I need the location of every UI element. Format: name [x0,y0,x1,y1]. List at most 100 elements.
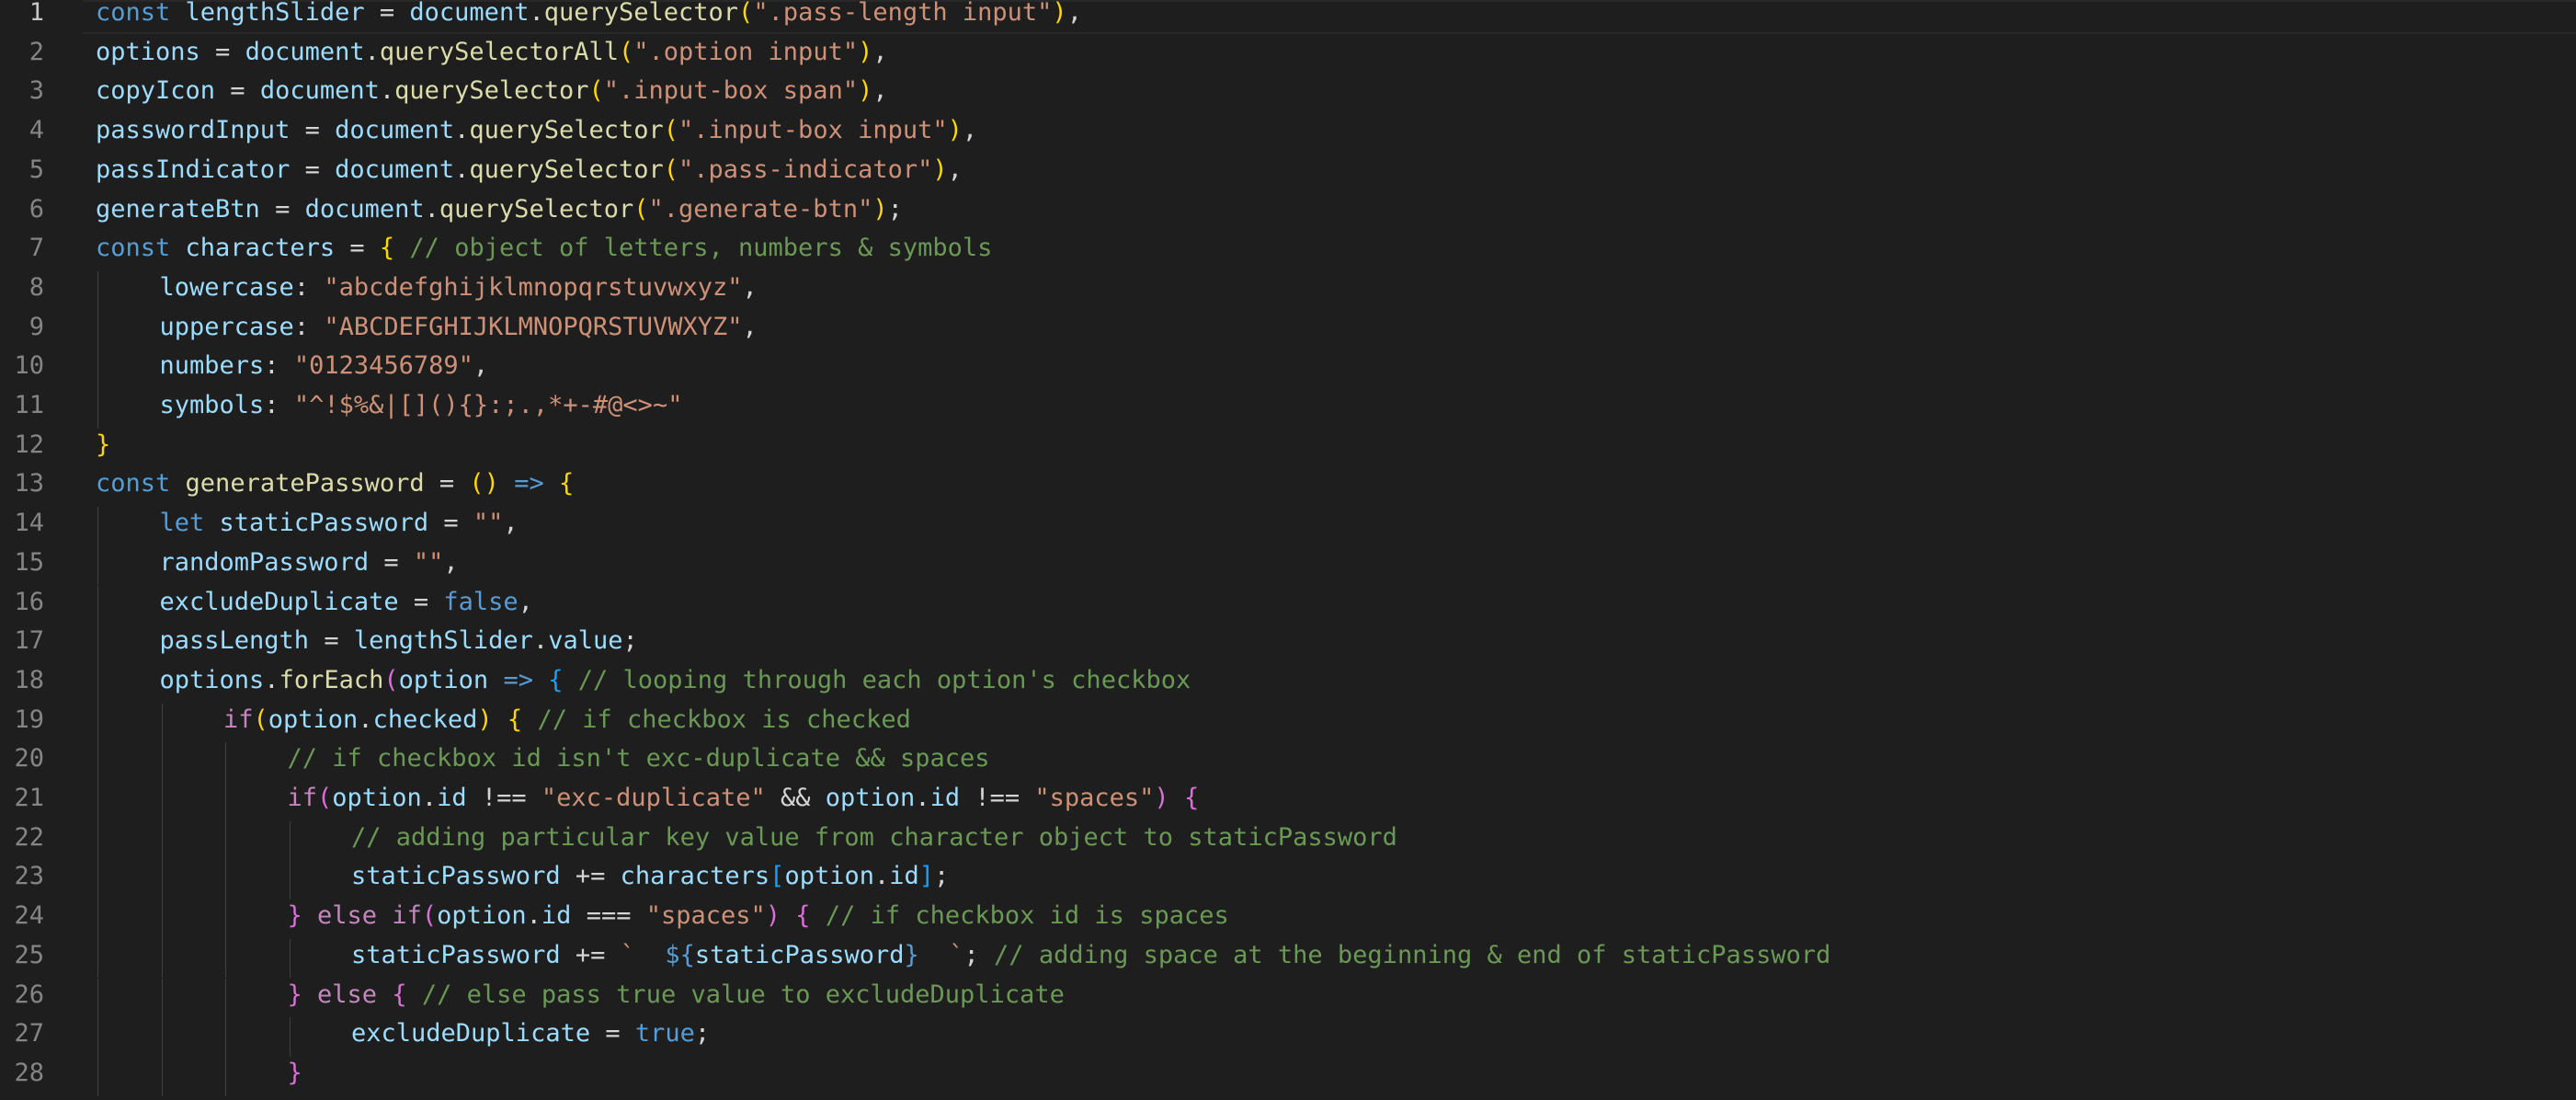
line-number[interactable]: 14 [0,510,44,550]
code-token: ( [618,37,634,66]
line-number[interactable]: 9 [0,314,44,354]
line-number[interactable]: 19 [0,706,44,747]
indent-guide [161,860,163,900]
code-line[interactable]: } else { // else pass true value to excl… [288,980,1065,1022]
code-line[interactable]: lowercase: "abcdefghijklmnopqrstuvwxyz", [160,274,758,315]
line-number[interactable]: 27 [0,1021,44,1060]
code-token: option [437,901,527,931]
code-line[interactable]: const generatePassword = () => { [96,471,574,510]
line-number[interactable]: 15 [0,549,44,590]
code-line[interactable]: } else if(option.id === "spaces") { // i… [288,903,1229,943]
line-number[interactable]: 25 [0,942,44,982]
code-token: staticPassword [351,862,561,891]
indent-guide [97,1056,98,1096]
code-line[interactable]: randomPassword = "", [159,547,459,590]
code-line[interactable]: options = document.querySelectorAll(".op… [96,37,888,79]
line-number[interactable]: 1 [0,0,44,40]
code-token: randomPassword [159,547,370,577]
indent-guide [225,899,226,939]
code-token: "spaces" [645,901,766,931]
line-number[interactable]: 10 [0,353,44,393]
line-number[interactable]: 26 [0,981,44,1022]
code-token: else [317,901,378,931]
code-editor[interactable]: 1 2 3 4 5 6 7 8 9 10 11 12 13 14 15 16 17 18 19 20 21 22 23 24 2… [0,0,2576,1096]
line-number[interactable]: 28 [0,1060,44,1100]
code-token: && [765,784,826,812]
code-token: staticPassword [219,509,429,538]
code-area[interactable]: const lengthSlider = document.querySelec… [96,0,2576,1096]
line-number[interactable]: 6 [0,196,44,236]
code-token: = [309,626,354,656]
line-number[interactable]: 12 [0,431,44,472]
code-token: id [437,784,467,812]
code-token: document [335,155,455,184]
line-number[interactable]: 24 [0,903,44,943]
indent-guide [97,310,98,350]
code-line[interactable]: copyIcon = document.querySelector(".inpu… [96,78,888,118]
line-number[interactable]: 3 [0,78,44,118]
code-token: value [548,626,623,656]
line-number[interactable]: 21 [0,785,44,825]
indent-guide [289,1017,291,1057]
code-line[interactable]: passwordInput = document.querySelector("… [96,118,977,157]
code-line[interactable]: // adding particular key value from char… [351,824,1397,865]
line-number[interactable]: 5 [0,156,44,197]
line-number-gutter[interactable]: 1 2 3 4 5 6 7 8 9 10 11 12 13 14 15 16 17 18 19 20 21 22 23 24 2… [0,0,83,1094]
code-token: . [454,116,470,145]
line-number[interactable]: 2 [0,39,44,79]
code-line[interactable]: staticPassword += ` ${staticPassword} `;… [351,940,1830,982]
line-number[interactable]: 11 [0,393,44,432]
code-line[interactable]: } [96,431,110,472]
code-token: => [514,469,544,498]
line-number[interactable]: 18 [0,667,44,707]
code-line[interactable]: // if checkbox id isn't exc-duplicate &&… [288,746,990,785]
line-number[interactable]: 8 [0,274,44,315]
code-line[interactable]: uppercase: "ABCDEFGHIJKLMNOPQRSTUVWXYZ", [160,312,758,354]
code-line[interactable]: const characters = { // object of letter… [96,235,992,275]
line-number[interactable]: 16 [0,589,44,629]
line-number[interactable]: 4 [0,118,44,157]
code-line[interactable]: passLength = lengthSlider.value; [160,628,638,668]
code-token: ) [947,116,963,145]
line-number[interactable]: 22 [0,824,44,865]
code-line[interactable]: } [288,1060,302,1100]
code-line[interactable]: let staticPassword = "", [160,510,519,550]
line-number[interactable]: 13 [0,471,44,510]
code-token: "spaces" [1034,784,1155,812]
code-line[interactable]: staticPassword += characters[option.id]; [351,864,949,903]
indent-guide [161,938,163,979]
code-line[interactable]: excludeDuplicate = false, [160,589,533,629]
code-line[interactable]: const lengthSlider = document.querySelec… [96,0,1082,40]
code-token: if [287,784,318,812]
code-line[interactable]: options.forEach(option => { // looping t… [160,665,1191,707]
indent-guide [225,860,226,900]
line-number[interactable]: 17 [0,628,44,668]
code-token: { [392,980,407,1009]
code-token: else [317,980,378,1009]
code-line[interactable]: passIndicator = document.querySelector("… [96,155,963,197]
code-line[interactable]: excludeDuplicate = true; [351,1021,710,1060]
code-line[interactable]: numbers: "0123456789", [160,353,489,393]
indent-guide [161,703,163,743]
code-token: querySelector [439,194,634,223]
code-token: = [424,469,470,498]
line-number[interactable]: 7 [0,235,44,275]
code-line[interactable]: generateBtn = document.querySelector(".g… [96,194,903,236]
code-token: ; [963,940,995,969]
code-token: { [548,665,564,694]
code-token: option [398,665,489,694]
code-token: += [560,862,621,891]
line-number[interactable]: 23 [0,864,44,903]
code-line[interactable]: symbols: "^!$%&|[](){}:;.,*+-#@<>~" [160,393,683,432]
code-token: , [742,312,758,341]
code-line[interactable]: if(option.id !== "exc-duplicate" && opti… [288,785,1200,825]
code-line[interactable]: if(option.checked) { // if checkbox is c… [223,705,911,747]
line-number[interactable]: 20 [0,746,44,785]
